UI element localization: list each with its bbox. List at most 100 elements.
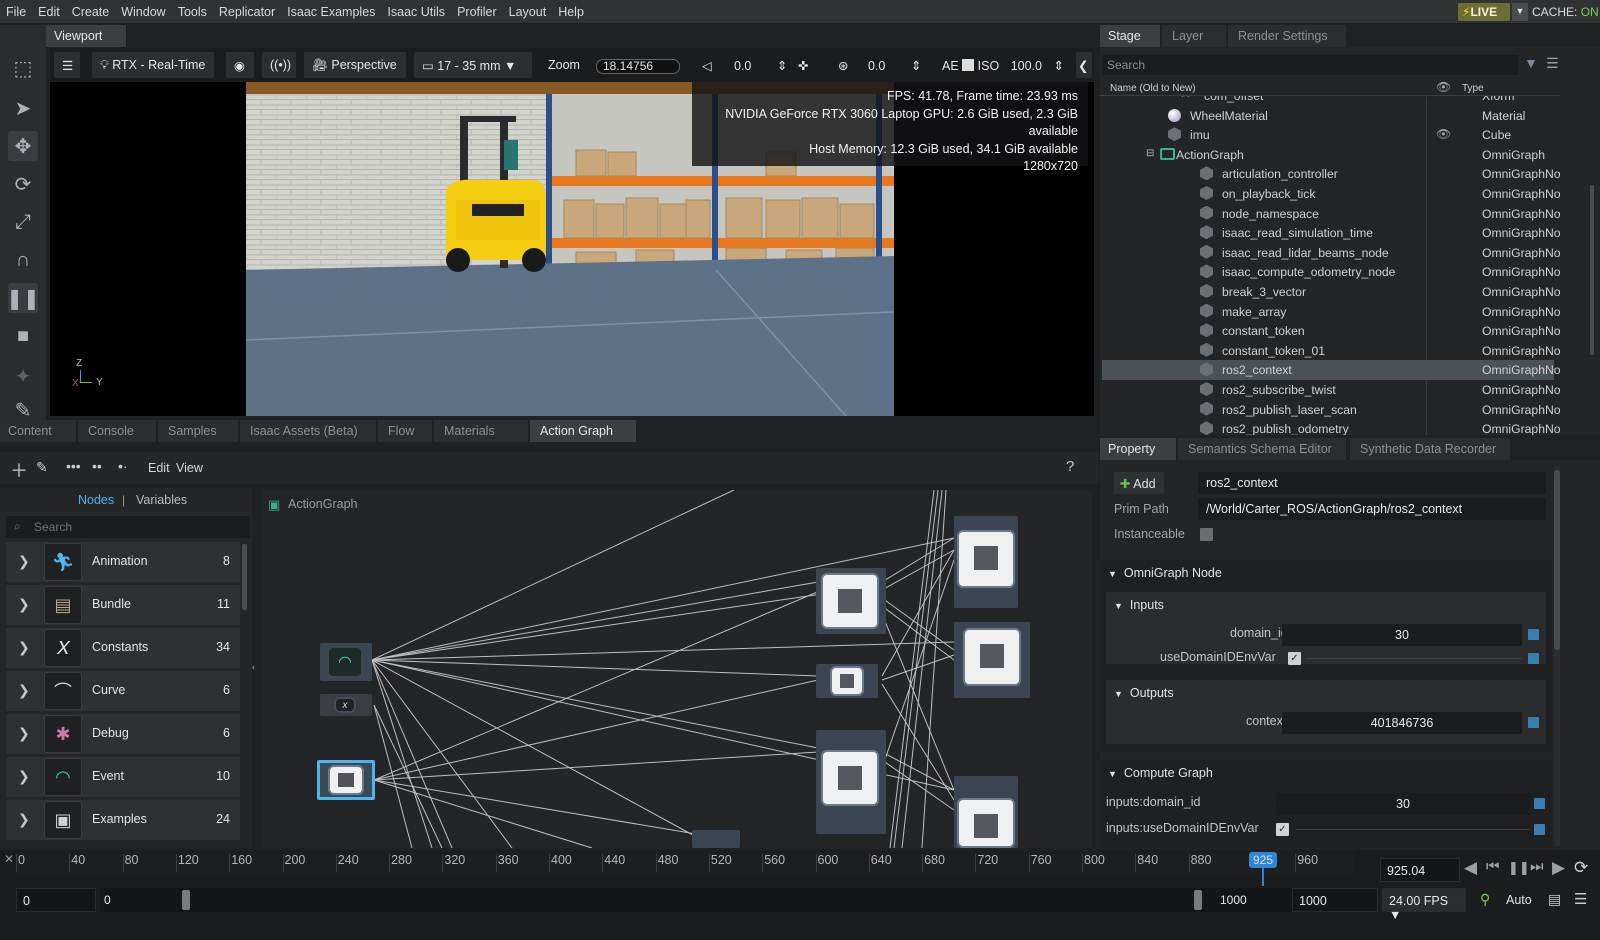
node-category-animation[interactable]: ❯ 🏃︎ Animation 8: [6, 542, 240, 582]
tab-isaac-assets[interactable]: Isaac Assets (Beta): [240, 420, 376, 442]
menu-layout[interactable]: Layout: [503, 0, 553, 24]
loop-icon[interactable]: ⟳: [1574, 858, 1588, 878]
use-env-checkbox[interactable]: ✓: [1288, 652, 1301, 665]
node-category-bundle[interactable]: ❯ ▤ Bundle 11: [6, 585, 240, 625]
omnigraph-node-header[interactable]: ▼ OmniGraph Node: [1108, 566, 1222, 580]
stage-scrollbar[interactable]: [1590, 185, 1594, 355]
physics-button[interactable]: ✦: [8, 361, 38, 391]
ros2-publish-node-c[interactable]: [816, 730, 886, 834]
tab-materials[interactable]: Materials: [434, 420, 528, 442]
expand-chevron-icon[interactable]: ❯: [18, 725, 30, 742]
constant-node[interactable]: x: [320, 694, 372, 716]
stage-row-isaac-read-simulation-time[interactable]: isaac_read_simulation_time OmniGraphNode: [1102, 223, 1560, 243]
domain-id-default-indicator[interactable]: [1528, 629, 1539, 640]
stage-row-ros2-publish-odometry[interactable]: ros2_publish_odometry OmniGraphNode: [1102, 419, 1560, 435]
instanceable-checkbox[interactable]: [1200, 528, 1213, 541]
prim-path-input[interactable]: /World/Carter_ROS/ActionGraph/ros2_conte…: [1198, 498, 1546, 520]
menu-tools[interactable]: Tools: [172, 0, 213, 24]
fast-forward-icon[interactable]: ⏭︎: [1530, 858, 1544, 875]
tab-content[interactable]: Content: [0, 420, 76, 442]
ros2-publish-node-e[interactable]: [954, 622, 1030, 698]
stage-row-articulation-controller[interactable]: articulation_controller OmniGraphNode: [1102, 164, 1560, 184]
move-button[interactable]: ✥: [8, 131, 38, 161]
menu-profiler[interactable]: Profiler: [451, 0, 503, 24]
tab-console[interactable]: Console: [78, 420, 156, 442]
viewport-settings-button[interactable]: ☰: [54, 52, 80, 78]
outputs-header[interactable]: ▼ Outputs: [1114, 686, 1174, 700]
tab-semantics-schema-editor[interactable]: Semantics Schema Editor: [1178, 438, 1346, 460]
col-type[interactable]: Type: [1462, 83, 1484, 94]
collapse-icon[interactable]: ⊟: [1146, 148, 1154, 159]
rewind-icon[interactable]: ⏮︎: [1486, 858, 1500, 875]
col-name[interactable]: Name (Old to New): [1110, 83, 1196, 94]
step-forward-icon[interactable]: ▶: [1552, 858, 1565, 878]
property-scrollbar-thumb[interactable]: [1554, 470, 1560, 650]
exposure-input[interactable]: 0.0 ⇕: [860, 52, 924, 78]
stage-row-constant-token-01[interactable]: constant_token_01 OmniGraphNode: [1102, 341, 1560, 361]
fps-dropdown[interactable]: 24.00 FPS ▼: [1382, 888, 1466, 922]
stage-row-node-namespace[interactable]: node_namespace OmniGraphNode: [1102, 204, 1560, 224]
menu-create[interactable]: Create: [66, 0, 116, 24]
tab-flow[interactable]: Flow: [378, 420, 432, 442]
live-dropdown-button[interactable]: ▼: [1512, 3, 1528, 21]
playhead-marker[interactable]: 925: [1249, 852, 1277, 868]
align-icon[interactable]: •·: [118, 458, 128, 474]
cache-status[interactable]: CACHE: ON: [1532, 5, 1599, 19]
expand-chevron-icon[interactable]: ❯: [18, 639, 30, 656]
use-env-default-indicator[interactable]: [1528, 653, 1539, 664]
stage-row-imu[interactable]: imu 👁︎ Cube: [1102, 125, 1554, 145]
iso-value[interactable]: 100.0: [1011, 59, 1042, 73]
show-by-type-button[interactable]: ◉: [226, 52, 254, 78]
auto-label[interactable]: Auto: [1506, 893, 1532, 907]
cg-domain-id-input[interactable]: 30: [1276, 793, 1530, 815]
step-back-icon[interactable]: ◀: [1464, 858, 1477, 878]
scale-button[interactable]: ⤢: [8, 207, 38, 237]
stage-row-ros2-publish-laser-scan[interactable]: ros2_publish_laser_scan OmniGraphNode: [1102, 400, 1560, 420]
camera-button[interactable]: 🎥︎ Perspective: [304, 52, 406, 78]
expand-chevron-icon[interactable]: ❯: [18, 682, 30, 699]
timeline-ruler[interactable]: 0 40 80 120 160 200 240 280 320 360 400 440 480 520 56…: [16, 850, 1354, 874]
expand-chevron-icon[interactable]: ❯: [18, 768, 30, 785]
break-vector-node[interactable]: [692, 830, 740, 848]
current-time-input[interactable]: 925.04: [1380, 858, 1460, 882]
tab-viewport[interactable]: Viewport: [46, 25, 126, 47]
add-button[interactable]: ✚ Add: [1114, 472, 1164, 494]
timeline-menu-icon[interactable]: ☰: [1574, 890, 1587, 908]
end-time-input[interactable]: 1000: [1292, 888, 1378, 912]
stage-row-isaac-compute-odometry-node[interactable]: isaac_compute_odometry_node OmniGraphNode: [1102, 262, 1560, 282]
menu-help[interactable]: Help: [552, 0, 590, 24]
stop-button[interactable]: ■: [8, 321, 38, 351]
cg-domain-default-indicator[interactable]: [1534, 798, 1545, 809]
collapse-panel-icon[interactable]: ‹: [252, 662, 255, 672]
ros2-publish-node-f[interactable]: [954, 776, 1018, 848]
stage-row-actiongraph[interactable]: ⊟ ActionGraph OmniGraph: [1102, 145, 1554, 165]
start-time-input[interactable]: 0: [16, 888, 96, 912]
node-category-curve[interactable]: ❯ ⌒ Curve 6: [6, 671, 240, 711]
add-graph-icon[interactable]: ＋: [10, 457, 28, 483]
context-default-indicator[interactable]: [1528, 717, 1539, 728]
crosshair-button[interactable]: ✜: [790, 52, 814, 78]
stage-row-make-array[interactable]: make_array OmniGraphNode: [1102, 302, 1560, 322]
node-list-scrollbar[interactable]: [242, 544, 247, 610]
pause-button[interactable]: ❚❚: [6, 283, 40, 313]
on-playback-tick-node[interactable]: ◠: [320, 643, 372, 681]
ae-checkbox[interactable]: [962, 59, 975, 71]
context-output[interactable]: 401846736: [1282, 712, 1522, 734]
compute-graph-header[interactable]: ▼ Compute Graph: [1108, 766, 1213, 780]
stage-search-input[interactable]: Search: [1102, 55, 1518, 75]
menu-isaac-utils[interactable]: Isaac Utils: [381, 0, 451, 24]
visibility-icon[interactable]: 👁︎: [1436, 127, 1451, 141]
pause-icon[interactable]: ❚❚: [1508, 860, 1530, 876]
edit-menu[interactable]: Edit: [148, 461, 170, 475]
audio-button[interactable]: ((•)): [262, 52, 296, 78]
stage-row-wheelmaterial[interactable]: WheelMaterial Material: [1102, 106, 1554, 126]
renderer-button[interactable]: 💡︎ RTX - Real-Time: [92, 52, 214, 78]
zoom-input[interactable]: 18.14756: [596, 59, 680, 74]
tab-stage[interactable]: Stage: [1100, 25, 1160, 47]
cg-use-env-checkbox[interactable]: ✓: [1276, 823, 1289, 836]
stage-row-isaac-read-lidar-beams-node[interactable]: isaac_read_lidar_beams_node OmniGraphNode: [1102, 243, 1560, 263]
expand-chevron-icon[interactable]: ❯: [18, 811, 30, 828]
view-menu[interactable]: View: [176, 461, 203, 475]
select-mode-button[interactable]: ⬚: [8, 53, 38, 83]
filter-icon[interactable]: ▼: [1524, 55, 1538, 71]
